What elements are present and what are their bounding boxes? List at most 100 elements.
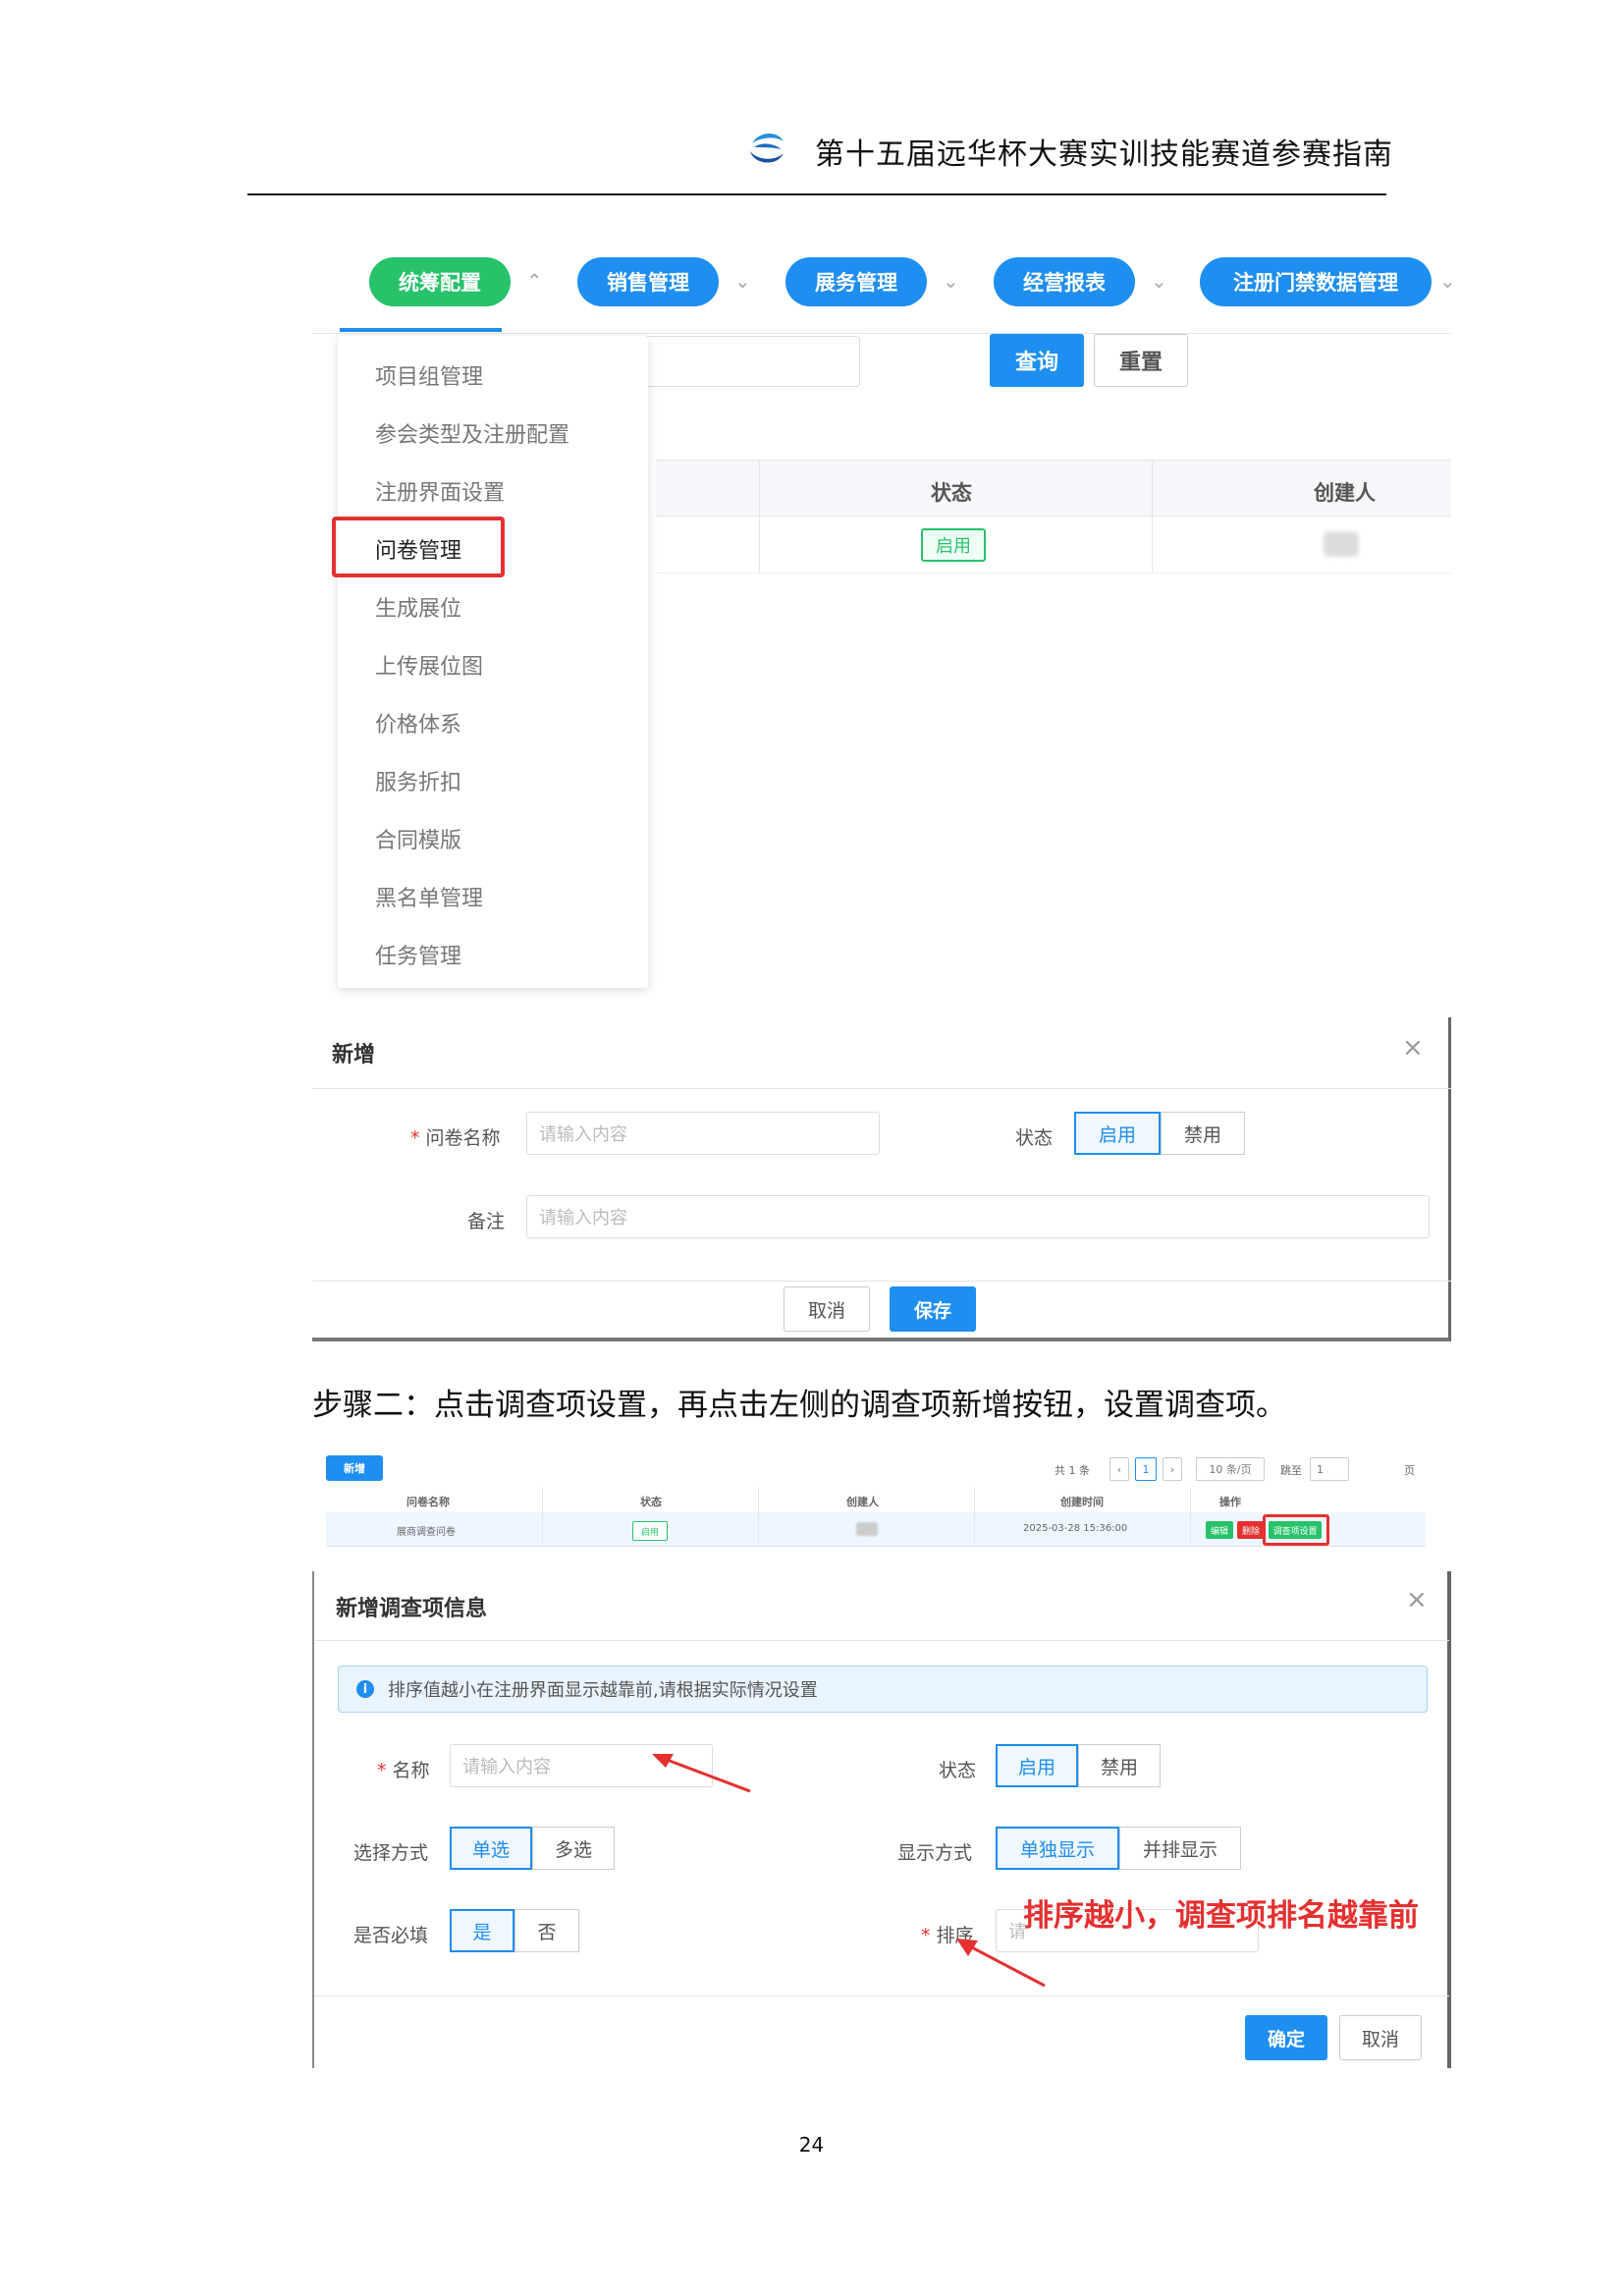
cancel-button[interactable]: 取消 [784, 1286, 870, 1332]
column-divider [758, 1487, 759, 1546]
edit-button[interactable]: 编辑 [1206, 1521, 1233, 1539]
nav-tab-exhibition[interactable]: 展务管理 [785, 257, 927, 306]
annotation-text: 排序越小，调查项排名越靠前 [1023, 1898, 1419, 1934]
menu-item-generate-booth[interactable]: 生成展位 [375, 591, 461, 623]
cancel-button[interactable]: 取消 [1339, 2015, 1422, 2060]
page-size-select[interactable]: 10 条/页 [1196, 1457, 1265, 1481]
prev-page-icon[interactable]: ‹ [1109, 1457, 1129, 1481]
arrow-annotation-icon [956, 1939, 1046, 1988]
chevron-down-icon: ⌄ [943, 269, 959, 293]
row-created-time: 2025-03-28 15:36:00 [1023, 1523, 1128, 1534]
column-divider [974, 1487, 975, 1546]
questionnaire-name-input[interactable]: 请输入内容 [526, 1112, 880, 1155]
next-page-icon[interactable]: › [1163, 1457, 1182, 1481]
menu-item-service-discount[interactable]: 服务折扣 [375, 765, 461, 796]
info-text: 排序值越小在注册界面显示越靠前,请根据实际情况设置 [388, 1680, 818, 1701]
menu-item-task[interactable]: 任务管理 [375, 939, 461, 970]
close-icon[interactable]: × [1402, 1033, 1424, 1063]
nav-tab-access-data[interactable]: 注册门禁数据管理 [1200, 257, 1432, 306]
reset-button[interactable]: 重置 [1094, 334, 1188, 387]
multi-select-option[interactable]: 多选 [532, 1827, 615, 1870]
menu-item-registration-type[interactable]: 参会类型及注册配置 [375, 417, 569, 449]
nav-tab-overall-config[interactable]: 统筹配置 [369, 257, 511, 306]
nav-tab-sales[interactable]: 销售管理 [577, 257, 719, 306]
name-label: * 名称 [377, 1760, 430, 1781]
nav-tab-reports[interactable]: 经营报表 [994, 257, 1135, 306]
menu-item-project-group[interactable]: 项目组管理 [375, 359, 483, 391]
step-instruction: 步骤二：点击调查项设置，再点击左侧的调查项新增按钮，设置调查项。 [312, 1388, 1286, 1423]
page-suffix: 页 [1404, 1464, 1415, 1477]
menu-item-blacklist[interactable]: 黑名单管理 [375, 881, 483, 912]
column-header-created-time: 创建时间 [1060, 1496, 1104, 1508]
page-number-button[interactable]: 1 [1135, 1457, 1157, 1481]
config-dropdown-menu: 项目组管理 参会类型及注册配置 注册界面设置 问卷管理 生成展位 上传展位图 价… [332, 336, 648, 988]
total-count: 共 1 条 [1055, 1464, 1090, 1477]
remark-label: 备注 [467, 1211, 506, 1232]
menu-item-price-system[interactable]: 价格体系 [375, 707, 461, 738]
divider [312, 1281, 1451, 1282]
status-badge: 启用 [632, 1521, 668, 1541]
screenshot-questionnaire-list: 新增 共 1 条 ‹ 1 › 10 条/页 跳至 1 页 问卷名称 状态 创建人… [320, 1444, 1430, 1561]
highlight-box [332, 517, 505, 577]
row-name: 展商调查问卷 [397, 1527, 456, 1538]
status-label: 状态 [1015, 1127, 1054, 1149]
highlight-box [1263, 1514, 1329, 1546]
dialog-title: 新增 [332, 1043, 376, 1067]
status-badge: 启用 [921, 528, 986, 562]
column-header-status: 状态 [640, 1496, 662, 1508]
save-button[interactable]: 保存 [890, 1286, 976, 1332]
column-header-name: 问卷名称 [406, 1496, 450, 1508]
active-tab-indicator [340, 328, 502, 332]
display-single-option[interactable]: 单独显示 [996, 1827, 1119, 1870]
status-enable-option[interactable]: 启用 [996, 1744, 1078, 1787]
goto-label: 跳至 [1280, 1464, 1302, 1477]
divider [312, 333, 1451, 334]
page-number: 24 [798, 2133, 825, 2157]
required-yes-option[interactable]: 是 [450, 1909, 514, 1952]
column-header-creator: 创建人 [1314, 481, 1376, 505]
questionnaire-name-label: * 问卷名称 [410, 1127, 501, 1149]
menu-item-contract-template[interactable]: 合同模版 [375, 823, 461, 854]
avatar [1324, 531, 1359, 557]
info-alert: i 排序值越小在注册界面显示越靠前,请根据实际情况设置 [338, 1666, 1428, 1713]
screenshot-questionnaire-menu: 统筹配置 ⌃ 销售管理 ⌄ 展务管理 ⌄ 经营报表 ⌄ 注册门禁数据管理 ⌄ 查… [312, 232, 1451, 1341]
new-questionnaire-dialog: 新增 × * 问卷名称 请输入内容 状态 启用 禁用 备注 请输入内容 取消 保… [312, 1017, 1451, 1341]
display-mode-label: 显示方式 [897, 1842, 973, 1864]
query-button[interactable]: 查询 [990, 334, 1084, 387]
info-icon: i [356, 1680, 374, 1698]
chevron-down-icon: ⌄ [1439, 269, 1451, 293]
delete-button[interactable]: 删除 [1237, 1521, 1265, 1539]
status-label: 状态 [939, 1760, 977, 1781]
status-disable-option[interactable]: 禁用 [1078, 1744, 1161, 1787]
column-divider [542, 1487, 543, 1546]
select-mode-label: 选择方式 [353, 1842, 429, 1864]
divider [312, 1088, 1451, 1089]
single-select-option[interactable]: 单选 [450, 1827, 532, 1870]
divider [314, 1995, 1449, 1996]
goto-page-input[interactable]: 1 [1310, 1457, 1349, 1481]
status-disable-option[interactable]: 禁用 [1161, 1112, 1245, 1155]
display-side-option[interactable]: 并排显示 [1119, 1827, 1241, 1870]
chevron-down-icon: ⌄ [1151, 269, 1167, 293]
header-rule [247, 193, 1386, 195]
status-enable-option[interactable]: 启用 [1074, 1112, 1161, 1155]
menu-item-upload-booth-map[interactable]: 上传展位图 [375, 649, 483, 681]
close-icon[interactable]: × [1406, 1585, 1428, 1614]
column-divider [1190, 1487, 1191, 1546]
chevron-down-icon: ⌄ [734, 269, 751, 293]
column-header-status: 状态 [931, 481, 972, 505]
column-header-actions: 操作 [1219, 1496, 1241, 1508]
required-label: 是否必填 [353, 1925, 429, 1946]
dialog-title: 新增调查项信息 [336, 1597, 488, 1621]
document-title: 第十五届远华杯大赛实训技能赛道参赛指南 [815, 137, 1393, 172]
confirm-button[interactable]: 确定 [1245, 2015, 1327, 2060]
menu-item-registration-page[interactable]: 注册界面设置 [375, 475, 505, 507]
required-no-option[interactable]: 否 [514, 1909, 579, 1952]
avatar [856, 1522, 878, 1536]
logo-icon [750, 133, 784, 163]
add-button[interactable]: 新增 [326, 1455, 383, 1481]
chevron-up-icon: ⌃ [526, 269, 543, 293]
column-header-creator: 创建人 [846, 1496, 879, 1508]
remark-input[interactable]: 请输入内容 [526, 1195, 1430, 1238]
arrow-annotation-icon [652, 1754, 751, 1793]
